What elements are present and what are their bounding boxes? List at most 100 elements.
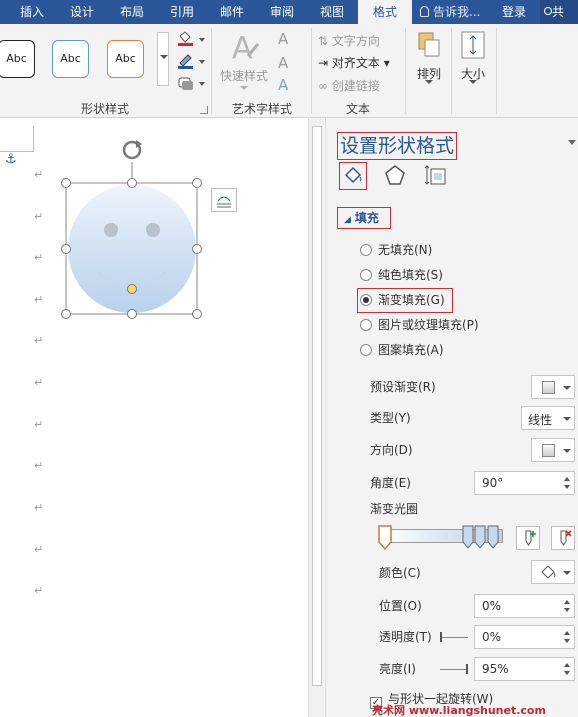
spin-up-icon[interactable] xyxy=(564,477,570,481)
tab-mailings[interactable]: 邮件 xyxy=(208,0,256,24)
share-button[interactable]: 共 xyxy=(540,0,578,24)
tab-layout[interactable]: 布局 xyxy=(108,0,156,24)
arrange-button[interactable]: 排列 xyxy=(412,30,446,100)
shape-fill-button[interactable] xyxy=(176,30,206,48)
shape-styles-launcher-icon[interactable] xyxy=(200,106,208,114)
text-direction-button[interactable]: ⇅ 文字方向 xyxy=(318,32,380,49)
gradient-swatch-icon xyxy=(542,444,555,457)
person-icon xyxy=(544,7,552,15)
chevron-down-icon xyxy=(240,86,248,90)
text-outline-button[interactable]: A xyxy=(278,54,288,72)
angle-spinner[interactable]: 90° xyxy=(474,471,575,495)
transparency-spinner[interactable]: 0% xyxy=(474,625,575,649)
size-properties-icon xyxy=(424,165,446,185)
spin-up-icon[interactable] xyxy=(564,600,570,604)
shape-effects-button[interactable] xyxy=(176,74,206,92)
align-text-button[interactable]: ⇥ 对齐文本 ▾ xyxy=(318,54,390,71)
ribbon: Abc Abc Abc 形状样式 A 快速样式 A A A 艺术字样式 ⇅ 文字… xyxy=(0,24,578,118)
size-button[interactable]: 大小 xyxy=(456,30,490,100)
spin-down-icon[interactable] xyxy=(564,485,570,489)
shape-style-sample-2[interactable]: Abc xyxy=(52,40,89,78)
slider-thumb[interactable] xyxy=(466,664,468,674)
spin-up-icon[interactable] xyxy=(564,663,570,667)
document-canvas[interactable]: ⚓ ↵ ↵ ↵ ↵ ↵ ↵ ↵ ↵ ↵ ↵ ↵ xyxy=(0,118,308,717)
tab-design[interactable]: 设计 xyxy=(58,0,106,24)
brightness-slider[interactable] xyxy=(440,664,468,674)
tab-fill-line[interactable] xyxy=(339,162,367,190)
shape-style-sample-1[interactable]: Abc xyxy=(0,40,35,78)
brightness-label: 亮度(I) xyxy=(379,662,416,676)
radio-picture-fill[interactable]: 图片或纹理填充(P) xyxy=(360,315,479,335)
transparency-label: 透明度(T) xyxy=(379,630,432,644)
chevron-down-icon xyxy=(160,55,168,59)
direction-dropdown[interactable] xyxy=(531,438,575,462)
radio-gradient-fill[interactable]: 渐变填充(G) xyxy=(360,290,445,310)
layout-options-icon[interactable] xyxy=(211,188,237,212)
add-stop-button[interactable] xyxy=(516,526,540,550)
spin-down-icon[interactable] xyxy=(564,671,570,675)
text-effects-button[interactable]: A xyxy=(278,76,288,94)
brightness-spinner[interactable]: 95% xyxy=(474,657,575,681)
style-gallery-scroll[interactable] xyxy=(157,32,169,86)
color-dropdown[interactable] xyxy=(531,560,575,584)
paragraph-mark: ↵ xyxy=(34,376,44,389)
direction-label: 方向(D) xyxy=(370,443,413,457)
tab-effects[interactable] xyxy=(382,162,410,190)
margin-corner-mark xyxy=(0,126,34,152)
tab-references[interactable]: 引用 xyxy=(158,0,206,24)
tab-size-properties[interactable] xyxy=(422,162,450,190)
slider-thumb[interactable] xyxy=(440,632,442,642)
quick-styles-button[interactable]: A 快速样式 xyxy=(216,28,272,98)
create-link-button[interactable]: ∞ 创建链接 xyxy=(318,77,380,94)
group-label-text: 文本 xyxy=(345,102,370,116)
radio-circle[interactable] xyxy=(360,244,372,256)
link-icon: ∞ xyxy=(318,79,332,93)
adjust-handle[interactable] xyxy=(127,284,137,294)
pane-menu-icon[interactable] xyxy=(568,140,576,145)
svg-text:A: A xyxy=(232,31,253,64)
text-fill-button[interactable]: A xyxy=(278,30,288,48)
preset-gradient-dropdown[interactable] xyxy=(531,375,575,399)
shape-style-sample-3[interactable]: Abc xyxy=(107,40,144,78)
section-fill-header[interactable]: ◢ 填充 xyxy=(337,207,391,229)
smiley-shape[interactable] xyxy=(58,134,208,344)
radio-solid-fill[interactable]: 纯色填充(S) xyxy=(360,265,443,285)
paragraph-mark: ↵ xyxy=(34,501,44,514)
spin-down-icon[interactable] xyxy=(564,639,570,643)
effects-icon xyxy=(178,77,205,90)
group-label-wordart: 艺术字样式 xyxy=(231,102,292,116)
paragraph-mark: ↵ xyxy=(34,334,44,347)
radio-circle[interactable] xyxy=(360,344,372,356)
spin-up-icon[interactable] xyxy=(564,631,570,635)
paragraph-mark: ↵ xyxy=(34,584,44,597)
tab-view[interactable]: 视图 xyxy=(308,0,356,24)
scrollbar-thumb[interactable] xyxy=(312,126,322,686)
group-divider xyxy=(211,28,212,114)
radio-circle[interactable] xyxy=(360,294,372,306)
position-spinner[interactable]: 0% xyxy=(474,594,575,618)
remove-stop-button[interactable] xyxy=(551,526,575,550)
radio-no-fill[interactable]: 无填充(N) xyxy=(360,240,432,260)
chevron-down-icon xyxy=(425,80,433,84)
radio-circle[interactable] xyxy=(360,319,372,331)
tab-review[interactable]: 审阅 xyxy=(258,0,306,24)
radio-pattern-fill[interactable]: 图案填充(A) xyxy=(360,340,444,360)
tell-me-box[interactable]: 告诉我... xyxy=(420,0,480,24)
chevron-down-icon xyxy=(563,386,571,390)
radio-label: 图案填充(A) xyxy=(378,343,444,357)
pane-title: 设置形状格式 xyxy=(337,132,458,160)
vertical-scrollbar[interactable] xyxy=(308,118,324,717)
shape-outline-button[interactable] xyxy=(176,52,206,70)
tab-insert[interactable]: 插入 xyxy=(8,0,56,24)
paint-bucket-icon xyxy=(541,565,556,579)
spin-down-icon[interactable] xyxy=(564,608,570,612)
gradient-stop-handles[interactable] xyxy=(376,524,508,554)
tab-format[interactable]: 格式 xyxy=(358,0,412,24)
rotate-handle-icon[interactable] xyxy=(122,140,142,160)
align-text-icon: ⇥ xyxy=(318,56,332,70)
transparency-slider[interactable] xyxy=(440,632,468,642)
share-label: 共 xyxy=(552,5,565,19)
login-button[interactable]: 登录 xyxy=(502,0,526,24)
radio-circle[interactable] xyxy=(360,269,372,281)
type-dropdown[interactable]: 线性 xyxy=(521,406,575,430)
